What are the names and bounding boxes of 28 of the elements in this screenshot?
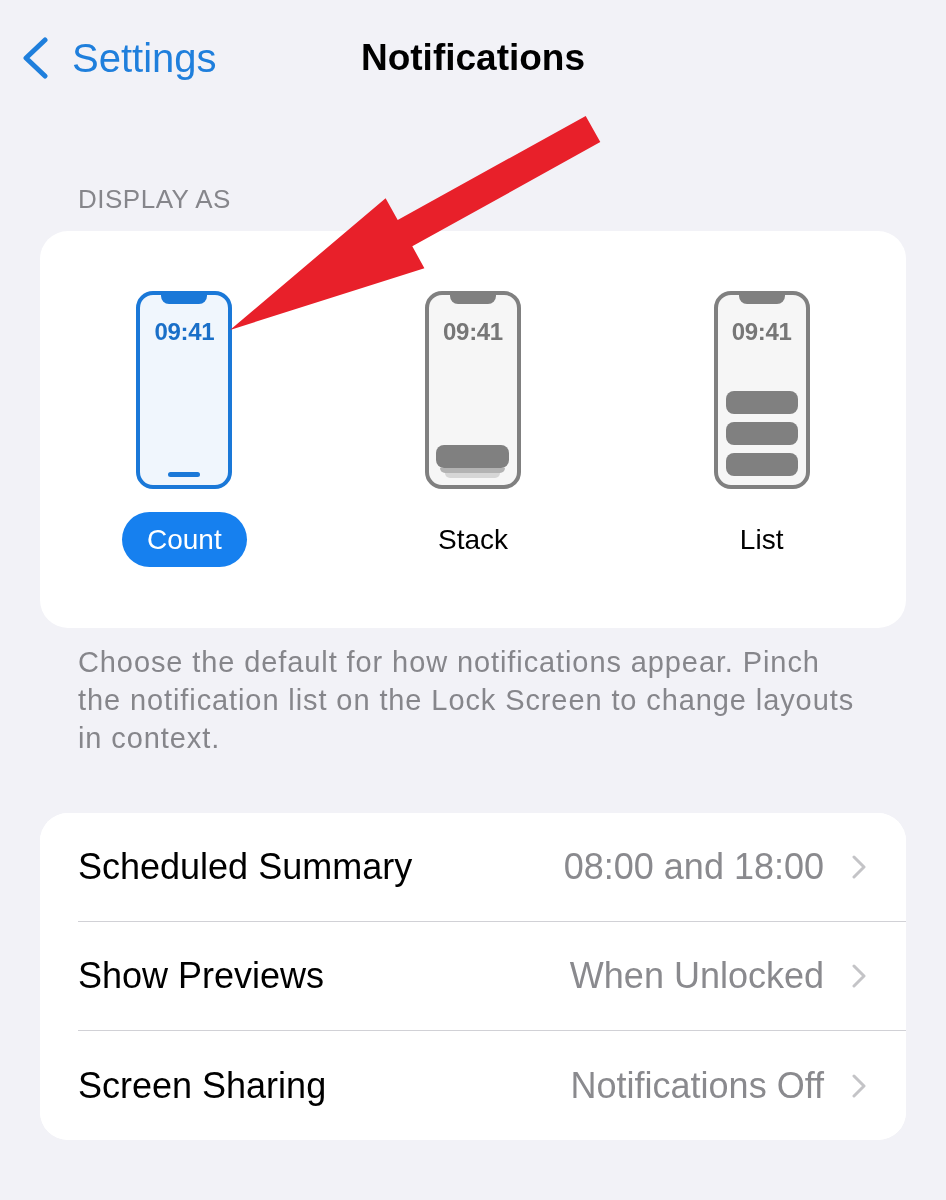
row-label: Show Previews [78, 954, 325, 998]
lock-screen-time: 09:41 [154, 318, 215, 346]
phone-notch-icon [161, 295, 208, 304]
notification-banner-icon [725, 453, 798, 476]
chevron-icon [852, 1073, 866, 1098]
notification-stack-icon [436, 445, 510, 478]
layout-option[interactable]: List [699, 512, 825, 567]
chevron-icon [852, 855, 866, 879]
phone-notch-icon [450, 295, 496, 304]
row-value: Notifications Off [570, 1063, 824, 1108]
notification-banner-icon [725, 422, 798, 445]
home-indicator-icon [168, 472, 201, 477]
layout-option[interactable]: Count [121, 512, 247, 567]
row-value: 08:00 and 18:00 [563, 845, 824, 889]
lock-screen-time: 09:41 [731, 318, 792, 346]
back-button[interactable]: Settings [22, 35, 217, 81]
layout-option[interactable]: Stack [410, 512, 536, 567]
phone-notch-icon [738, 295, 785, 304]
lock-screen-time: 09:41 [443, 318, 503, 346]
row-label: Screen Sharing [78, 1063, 327, 1108]
notification-banner-icon [725, 391, 798, 414]
section-header: DISPLAY AS [78, 184, 231, 214]
back-chevron-icon [22, 37, 48, 79]
page-title: Notifications [360, 36, 586, 80]
section-footer: Choose the default for how notifications appear. Pinch the notification list on the Lock Screen to change layouts in context. [78, 643, 862, 757]
row-value: When Unlocked [569, 954, 824, 998]
row-label: Scheduled Summary [78, 845, 413, 889]
chevron-icon [852, 964, 866, 988]
